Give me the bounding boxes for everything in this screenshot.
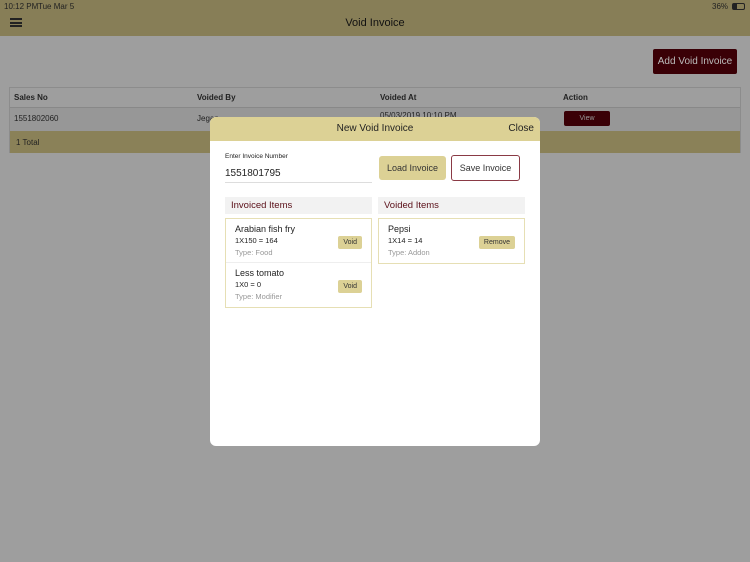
view-button[interactable]: View: [564, 111, 610, 126]
modal-title: New Void Invoice: [336, 123, 414, 134]
invoice-number-input[interactable]: [225, 165, 372, 183]
battery-icon: [732, 3, 745, 10]
add-void-invoice-button[interactable]: Add Void Invoice: [653, 49, 737, 74]
new-void-invoice-modal: New Void Invoice Close Enter Invoice Num…: [210, 117, 540, 446]
item-name: Pepsi: [388, 224, 411, 234]
invoiced-items-panel: Invoiced Items Arabian fish fry 1X150 = …: [225, 197, 372, 308]
voided-items-title: Voided Items: [378, 197, 525, 214]
close-button[interactable]: Close: [508, 123, 534, 134]
list-item: Less tomato 1X0 = 0 Type: Modifier Void: [226, 263, 371, 307]
total-count: 1 Total: [16, 138, 40, 147]
save-invoice-button[interactable]: Save Invoice: [451, 155, 520, 181]
void-button[interactable]: Void: [338, 236, 362, 249]
item-name: Less tomato: [235, 268, 285, 278]
list-item: Pepsi 1X14 = 14 Type: Addon Remove: [379, 219, 524, 263]
voided-items-list: Pepsi 1X14 = 14 Type: Addon Remove: [378, 218, 525, 264]
void-button[interactable]: Void: [338, 280, 362, 293]
item-name: Arabian fish fry: [235, 224, 296, 234]
battery-level: 36%: [712, 2, 729, 11]
invoice-number-label: Enter Invoice Number: [225, 153, 288, 160]
item-type: Type: Addon: [388, 248, 430, 257]
column-header: Voided At: [380, 93, 417, 102]
list-item: Arabian fish fry 1X150 = 164 Type: Food …: [226, 219, 371, 263]
voided-items-panel: Voided Items Pepsi 1X14 = 14 Type: Addon…: [378, 197, 525, 264]
invoiced-items-title: Invoiced Items: [225, 197, 372, 214]
column-header: Voided By: [197, 93, 236, 102]
status-time: 10:12 PM: [4, 2, 39, 11]
remove-button[interactable]: Remove: [478, 236, 515, 249]
invoiced-items-list: Arabian fish fry 1X150 = 164 Type: Food …: [225, 218, 372, 308]
sales-no: 1551802060: [14, 114, 59, 123]
item-type: Type: Food: [235, 248, 273, 257]
load-invoice-button[interactable]: Load Invoice: [379, 156, 446, 180]
page-title: Void Invoice: [345, 17, 405, 29]
status-date: Tue Mar 5: [38, 2, 75, 11]
column-header: Sales No: [14, 93, 48, 102]
item-type: Type: Modifier: [235, 292, 283, 301]
column-header: Action: [563, 93, 588, 102]
